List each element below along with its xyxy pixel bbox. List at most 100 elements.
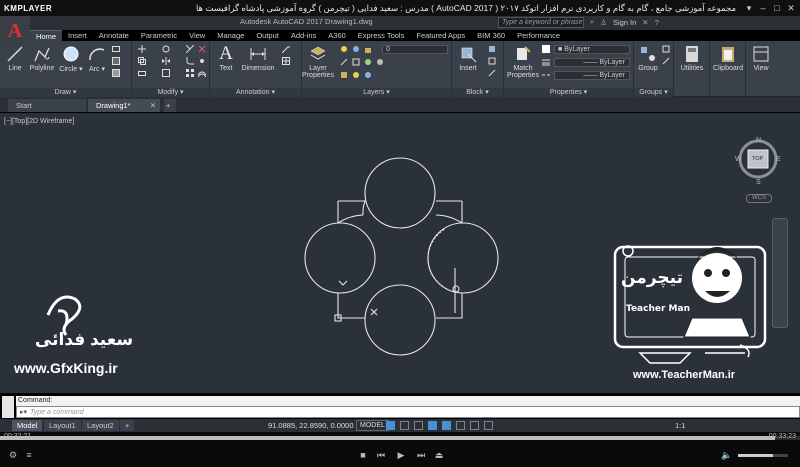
application-menu-button[interactable]: A (0, 16, 30, 46)
next-icon[interactable]: ⏭ (414, 448, 428, 462)
coordinates-display[interactable]: 91.0885, 22.8590, 0.0000 (268, 419, 354, 432)
match-properties-tool[interactable]: Match Properties (506, 44, 540, 79)
layer-walk-icon[interactable] (340, 71, 348, 79)
offset-icon[interactable] (198, 69, 206, 77)
osnap-toggle-icon[interactable] (442, 421, 451, 430)
arc-tool[interactable]: Arc ▾ (86, 44, 108, 73)
tab-performance[interactable]: Performance (511, 30, 566, 41)
minimize-icon[interactable]: – (758, 3, 768, 13)
seek-bar[interactable] (0, 436, 800, 440)
gradient-icon[interactable] (112, 69, 120, 77)
compass-west[interactable]: W (735, 156, 742, 163)
command-customize-icon[interactable]: ▸▾ (17, 408, 30, 416)
group-tool[interactable]: Group (637, 44, 659, 72)
compass-east[interactable]: E (776, 156, 781, 163)
layout2-tab[interactable]: Layout2 (82, 420, 119, 431)
annotation-scale[interactable]: 1:1 (675, 419, 685, 432)
insert-tool[interactable]: Insert (455, 44, 481, 72)
exchange-icon[interactable]: ✕ (642, 18, 648, 27)
tab-express-tools[interactable]: Express Tools (352, 30, 411, 41)
pin-icon[interactable]: ▾ (744, 3, 754, 13)
playlist-icon[interactable]: ≡ (22, 448, 36, 462)
match-layer-icon[interactable] (352, 58, 360, 66)
leader-icon[interactable] (282, 45, 290, 53)
layer-freeze-icon[interactable] (352, 45, 360, 53)
maximize-icon[interactable]: □ (772, 3, 782, 13)
viewcube-top-label[interactable]: TOP (752, 156, 763, 162)
group-edit-icon[interactable] (662, 57, 670, 65)
tab-home[interactable]: Home (30, 30, 63, 41)
grid-toggle-icon[interactable] (386, 421, 395, 430)
model-layout-tab[interactable]: Model (12, 420, 43, 431)
layers-panel-label[interactable]: Layers (363, 89, 384, 96)
color-dropdown[interactable]: ■ ByLayer (554, 45, 630, 54)
lineweight-toggle-icon[interactable] (470, 421, 479, 430)
create-block-icon[interactable] (488, 45, 496, 53)
tab-bim-360[interactable]: BIM 360 (471, 30, 511, 41)
layer-on-icon[interactable] (340, 45, 348, 53)
block-panel-label[interactable]: Block (466, 89, 483, 96)
transparency-toggle-icon[interactable] (484, 421, 493, 430)
layer-thaw-icon[interactable] (364, 71, 372, 79)
otrack-toggle-icon[interactable] (456, 421, 465, 430)
rotate-icon[interactable] (162, 45, 170, 53)
lineweight-dropdown[interactable]: —— ByLayer (554, 58, 630, 67)
tab-annotate[interactable]: Annotate (93, 30, 135, 41)
color-icon[interactable] (542, 45, 550, 53)
close-icon[interactable]: ✕ (786, 3, 796, 13)
utilities-tool[interactable]: Utilities (676, 44, 708, 72)
mirror-icon[interactable] (162, 57, 170, 65)
tab-featured-apps[interactable]: Featured Apps (410, 30, 471, 41)
circle-tool[interactable]: Circle ▾ (58, 44, 84, 73)
fillet-icon[interactable] (186, 57, 194, 65)
user-icon[interactable]: ♙ (600, 18, 607, 27)
table-icon[interactable] (282, 57, 290, 65)
sign-in-button[interactable]: Sign In (613, 18, 636, 27)
tab-add-ins[interactable]: Add-ins (285, 30, 322, 41)
polyline-tool[interactable]: Polyline (28, 44, 56, 72)
explode-icon[interactable] (198, 57, 206, 65)
compass-south[interactable]: S (756, 179, 761, 186)
make-current-icon[interactable] (340, 58, 348, 66)
trim-icon[interactable] (186, 45, 194, 53)
array-icon[interactable] (186, 69, 194, 77)
polar-toggle-icon[interactable] (428, 421, 437, 430)
settings-icon[interactable]: ⚙ (6, 448, 20, 462)
layer-isolate-icon[interactable] (364, 58, 372, 66)
dimension-tool[interactable]: Dimension (240, 44, 276, 72)
drawing-tab[interactable]: Drawing1* ✕ (88, 99, 160, 112)
annotation-panel-label[interactable]: Annotation (236, 89, 269, 96)
linetype-dropdown[interactable]: —— ByLayer (554, 71, 630, 80)
new-layout-button[interactable]: + (120, 420, 135, 431)
new-tab-button[interactable]: + (164, 99, 176, 112)
edit-attributes-icon[interactable] (488, 69, 496, 77)
view-tool[interactable]: View (747, 44, 775, 72)
search-input[interactable]: Type a keyword or phrase (498, 17, 584, 28)
clipboard-tool[interactable]: Clipboard (712, 44, 744, 72)
line-tool[interactable]: Line (4, 44, 26, 72)
modify-panel-label[interactable]: Modify (157, 89, 178, 96)
edit-block-icon[interactable] (488, 57, 496, 65)
tab-view[interactable]: View (183, 30, 211, 41)
tab-parametric[interactable]: Parametric (135, 30, 183, 41)
lineweight-icon[interactable] (542, 58, 550, 66)
layer-lock-icon[interactable] (364, 45, 372, 53)
close-tab-icon[interactable]: ✕ (150, 99, 156, 112)
layout1-tab[interactable]: Layout1 (44, 420, 81, 431)
search-icon[interactable]: ⌕ (590, 17, 594, 27)
stretch-icon[interactable] (138, 69, 146, 77)
rectangle-icon[interactable] (112, 45, 120, 53)
layer-dropdown[interactable]: 0 (382, 45, 448, 54)
tab-insert[interactable]: Insert (62, 30, 93, 41)
hatch-icon[interactable] (112, 57, 120, 65)
properties-panel-label[interactable]: Properties (550, 89, 582, 96)
tab-a360[interactable]: A360 (322, 30, 352, 41)
snap-toggle-icon[interactable] (400, 421, 409, 430)
navigation-bar[interactable] (772, 218, 788, 328)
move-icon[interactable] (138, 45, 146, 53)
draw-panel-label[interactable]: Draw (55, 89, 71, 96)
play-icon[interactable]: ▶ (394, 448, 408, 462)
help-icon[interactable]: ? (655, 18, 659, 27)
compass-north[interactable]: N (756, 137, 761, 144)
stop-icon[interactable]: ■ (356, 448, 370, 462)
